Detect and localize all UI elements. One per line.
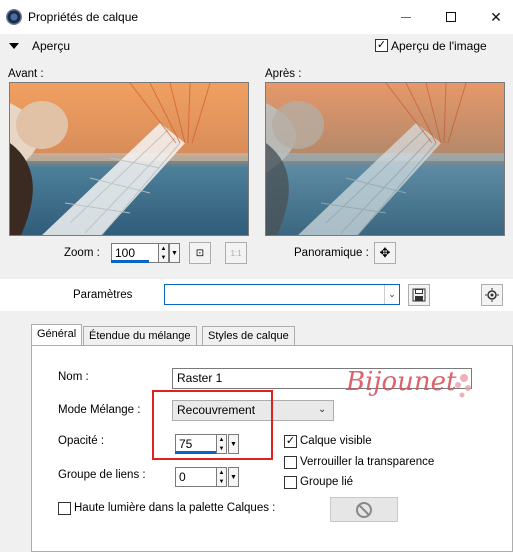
highlight-color-button[interactable] (330, 497, 398, 522)
maximize-icon (446, 12, 456, 22)
save-preset-button[interactable] (408, 284, 430, 306)
zoom-dropdown-button[interactable]: ▼ (169, 243, 180, 263)
spin-up-icon[interactable]: ▲ (217, 468, 226, 477)
svg-text:Bijounet: Bijounet (345, 367, 457, 397)
zoom-slider-bar[interactable] (111, 260, 149, 263)
spin-down-icon[interactable]: ▼ (159, 253, 168, 262)
gear-icon (485, 288, 499, 302)
no-color-icon (356, 501, 372, 518)
tab-blend-range[interactable]: Étendue du mélange (83, 326, 197, 346)
pan-label: Panoramique : (294, 247, 369, 259)
visible-checkbox[interactable]: ✓ (284, 435, 297, 448)
zoom-label: Zoom : (64, 247, 100, 259)
move-icon: ✥ (379, 245, 391, 260)
collapse-arrow-icon[interactable] (9, 43, 19, 49)
pan-button[interactable]: ✥ (374, 242, 396, 264)
lock-transparency-label: Verrouiller la transparence (300, 456, 435, 468)
blend-mode-label: Mode Mélange : (58, 404, 141, 416)
preview-toggle-label[interactable]: Aperçu (32, 39, 70, 53)
after-label: Après : (265, 68, 302, 80)
chevron-down-icon: ▼ (171, 249, 178, 257)
opacity-label: Opacité : (58, 435, 105, 447)
highlight-checkbox[interactable] (58, 502, 71, 515)
chevron-down-icon[interactable]: ⌄ (384, 285, 399, 304)
lock-transparency-checkbox[interactable] (284, 456, 297, 469)
actual-size-icon: 1:1 (230, 248, 242, 258)
chevron-down-icon: ▼ (230, 473, 237, 481)
spin-down-icon[interactable]: ▼ (217, 477, 226, 486)
after-preview-image[interactable] (265, 82, 505, 236)
link-group-dropdown-button[interactable]: ▼ (228, 467, 239, 487)
zoom-spinner[interactable]: ▲ ▼ (158, 243, 169, 263)
zoom-fit-button[interactable]: ⊡ (189, 242, 211, 264)
chevron-down-icon[interactable]: ⌄ (318, 404, 326, 415)
save-icon (412, 288, 426, 302)
highlight-label: Haute lumière dans la palette Calques : (74, 502, 276, 514)
app-icon (6, 9, 22, 25)
name-label: Nom : (58, 371, 89, 383)
tab-general[interactable]: Général (31, 324, 83, 346)
group-linked-label: Groupe lié (300, 476, 354, 488)
preview-image-checkbox[interactable]: ✓ (375, 39, 388, 52)
group-linked-checkbox[interactable] (284, 476, 297, 489)
annotation-highlight-box (152, 390, 273, 460)
spin-up-icon[interactable]: ▲ (159, 244, 168, 253)
maximize-button[interactable] (431, 4, 471, 30)
minimize-button[interactable] (386, 4, 426, 30)
link-group-spinner[interactable]: ▲ ▼ (216, 467, 227, 487)
before-preview-image[interactable] (9, 82, 249, 236)
preview-image-label: Aperçu de l'image (391, 39, 487, 53)
parameters-combo[interactable] (164, 284, 400, 305)
window-title: Propriétés de calque (28, 10, 139, 24)
tab-layer-styles[interactable]: Styles de calque (202, 326, 295, 346)
close-button[interactable]: ✕ (476, 4, 513, 30)
preset-options-button[interactable] (481, 284, 503, 306)
watermark-logo: Bijounet (345, 367, 471, 398)
checkmark-icon: ✓ (285, 435, 296, 447)
fit-icon: ⊡ (195, 247, 205, 259)
minimize-icon (401, 16, 411, 18)
close-icon: ✕ (490, 8, 502, 25)
before-label: Avant : (8, 68, 44, 80)
checkmark-icon: ✓ (376, 39, 387, 51)
visible-label: Calque visible (300, 435, 372, 447)
link-group-label: Groupe de liens : (58, 469, 146, 481)
parameters-label: Paramètres (73, 289, 133, 301)
zoom-actual-size-button[interactable]: 1:1 (225, 242, 247, 264)
